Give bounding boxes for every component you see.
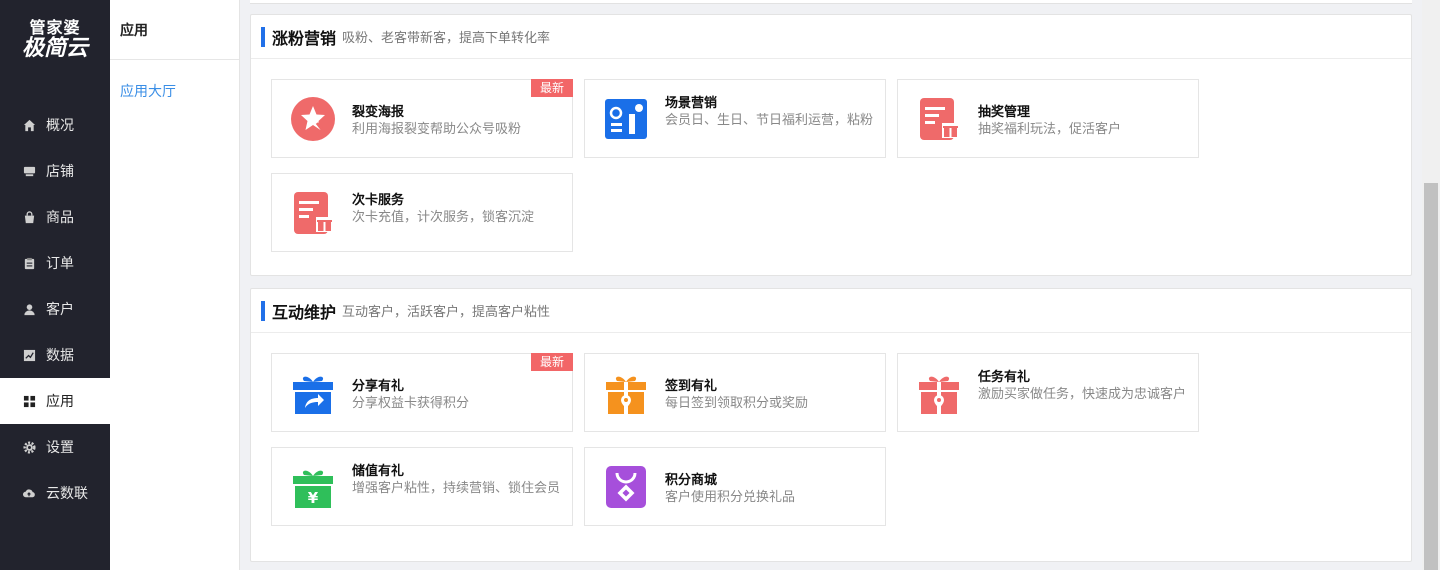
app-card-desc: 分享权益卡获得积分 <box>352 396 470 411</box>
nav-item-overview[interactable]: 概况 <box>0 102 110 148</box>
nav-item-label: 客户 <box>46 302 74 318</box>
app-card-task-gift[interactable]: 任务有礼 激励买家做任务，快速成为忠诚客户 <box>897 353 1199 432</box>
logo[interactable]: 管家婆 极简云 <box>0 0 110 80</box>
section-title: 涨粉营销 <box>272 28 337 48</box>
nav-item-cloud-link[interactable]: 云数联 <box>0 470 110 516</box>
section-subtitle: 互动客户，活跃客户，提高客户粘性 <box>342 305 551 320</box>
app-card-checkin-gift[interactable]: 签到有礼 每日签到领取积分或奖励 <box>584 353 886 432</box>
app-card-share-gift[interactable]: 最新 分享有礼 分享权益卡获得积分 <box>271 353 573 432</box>
grid-icon <box>22 394 36 408</box>
section-accent-bar <box>261 26 265 47</box>
main-nav: 管家婆 极简云 概况 店铺 商品 订单 客户 数据 应用 设置 云数联 <box>0 0 110 570</box>
app-card-desc: 每日签到领取积分或奖励 <box>665 396 809 411</box>
app-card-name: 场景营销 <box>665 96 718 111</box>
section-header: 涨粉营销 吸粉、老客带新客，提高下单转化率 <box>251 15 1411 59</box>
app-card-desc: 客户使用积分兑换礼品 <box>665 490 796 505</box>
app-card-name: 分享有礼 <box>352 379 405 394</box>
section-header: 互动维护 互动客户，活跃客户，提高客户粘性 <box>251 289 1411 333</box>
nav-item-label: 设置 <box>46 440 74 456</box>
user-icon <box>22 302 36 316</box>
count-card-icon <box>290 190 336 236</box>
app-card-name: 签到有礼 <box>665 379 718 394</box>
app-card-name: 裂变海报 <box>352 105 405 120</box>
nav-item-label: 店铺 <box>46 164 74 180</box>
app-card-desc: 增强客户粘性，持续营销、锁住会员 <box>352 481 561 496</box>
nav-item-settings[interactable]: 设置 <box>0 424 110 470</box>
logo-line1: 管家婆 <box>29 18 81 37</box>
nav-item-apps[interactable]: 应用 <box>0 378 110 424</box>
app-hall-link[interactable]: 应用大厅 <box>120 81 176 101</box>
clipboard-icon <box>22 256 36 270</box>
nav-item-label: 概况 <box>46 118 74 134</box>
app-card-count-card[interactable]: 次卡服务 次卡充值，计次服务，锁客沉淀 <box>271 173 573 252</box>
chart-icon <box>22 348 36 362</box>
section-subtitle: 吸粉、老客带新客，提高下单转化率 <box>342 31 551 46</box>
section-accent-bar <box>261 300 265 321</box>
star-poster-icon <box>290 96 336 142</box>
nav-item-products[interactable]: 商品 <box>0 194 110 240</box>
stored-value-gift-icon: ¥ <box>290 464 336 510</box>
svg-text:¥: ¥ <box>308 489 319 507</box>
nav-item-label: 订单 <box>46 256 74 272</box>
nav-item-customers[interactable]: 客户 <box>0 286 110 332</box>
app-card-desc: 会员日、生日、节日福利运营，粘粉 <box>665 113 874 128</box>
app-card-name: 积分商城 <box>665 473 718 488</box>
logo-line2: 极简云 <box>21 36 88 61</box>
home-icon <box>22 118 36 132</box>
share-gift-icon <box>290 370 336 416</box>
app-card-stored-value-gift[interactable]: ¥ 储值有礼 增强客户粘性，持续营销、锁住会员 <box>271 447 573 526</box>
app-card-desc: 抽奖福利玩法，促活客户 <box>978 122 1122 137</box>
app-card-name: 储值有礼 <box>352 464 405 479</box>
section-fan-growth: 涨粉营销 吸粉、老客带新客，提高下单转化率 最新 裂变海报 利用海报裂变帮助公众… <box>250 14 1412 276</box>
nav-item-label: 商品 <box>46 210 74 226</box>
app-card-name: 任务有礼 <box>978 370 1031 385</box>
section-interaction: 互动维护 互动客户，活跃客户，提高客户粘性 最新 分享有礼 分享权益卡获得积分 … <box>250 288 1412 562</box>
app-card-points-mall[interactable]: 积分商城 客户使用积分兑换礼品 <box>584 447 886 526</box>
sub-nav: 应用 应用大厅 <box>110 0 240 570</box>
app-card-name: 抽奖管理 <box>978 105 1031 120</box>
app-card-name: 次卡服务 <box>352 193 405 208</box>
app-card-lottery[interactable]: 抽奖管理 抽奖福利玩法，促活客户 <box>897 79 1199 158</box>
section-title: 互动维护 <box>272 302 337 322</box>
points-mall-icon <box>603 464 649 510</box>
cloud-upload-icon <box>22 486 36 500</box>
scene-card-icon <box>603 96 649 142</box>
nav-item-store[interactable]: 店铺 <box>0 148 110 194</box>
previous-panel-edge <box>250 0 1412 4</box>
nav-item-label: 应用 <box>46 394 74 410</box>
task-gift-icon <box>916 370 962 416</box>
bag-icon <box>22 210 36 224</box>
nav-item-label: 云数联 <box>46 486 88 502</box>
store-icon <box>22 164 36 178</box>
app-card-desc: 激励买家做任务，快速成为忠诚客户 <box>978 387 1187 402</box>
lottery-icon <box>916 96 962 142</box>
app-card-scene-marketing[interactable]: 场景营销 会员日、生日、节日福利运营，粘粉 <box>584 79 886 158</box>
nav-item-label: 数据 <box>46 348 74 364</box>
nav-item-data[interactable]: 数据 <box>0 332 110 378</box>
sub-nav-title: 应用 <box>110 0 239 60</box>
gear-icon <box>22 440 36 454</box>
nav-item-orders[interactable]: 订单 <box>0 240 110 286</box>
app-card-desc: 次卡充值，计次服务，锁客沉淀 <box>352 210 535 225</box>
new-badge: 最新 <box>530 79 573 97</box>
main-content: 涨粉营销 吸粉、老客带新客，提高下单转化率 最新 裂变海报 利用海报裂变帮助公众… <box>240 0 1422 570</box>
checkin-gift-icon <box>603 370 649 416</box>
app-card-desc: 利用海报裂变帮助公众号吸粉 <box>352 122 522 137</box>
new-badge: 最新 <box>530 353 573 371</box>
scrollbar-thumb[interactable] <box>1424 183 1438 570</box>
app-card-fission-poster[interactable]: 最新 裂变海报 利用海报裂变帮助公众号吸粉 <box>271 79 573 158</box>
